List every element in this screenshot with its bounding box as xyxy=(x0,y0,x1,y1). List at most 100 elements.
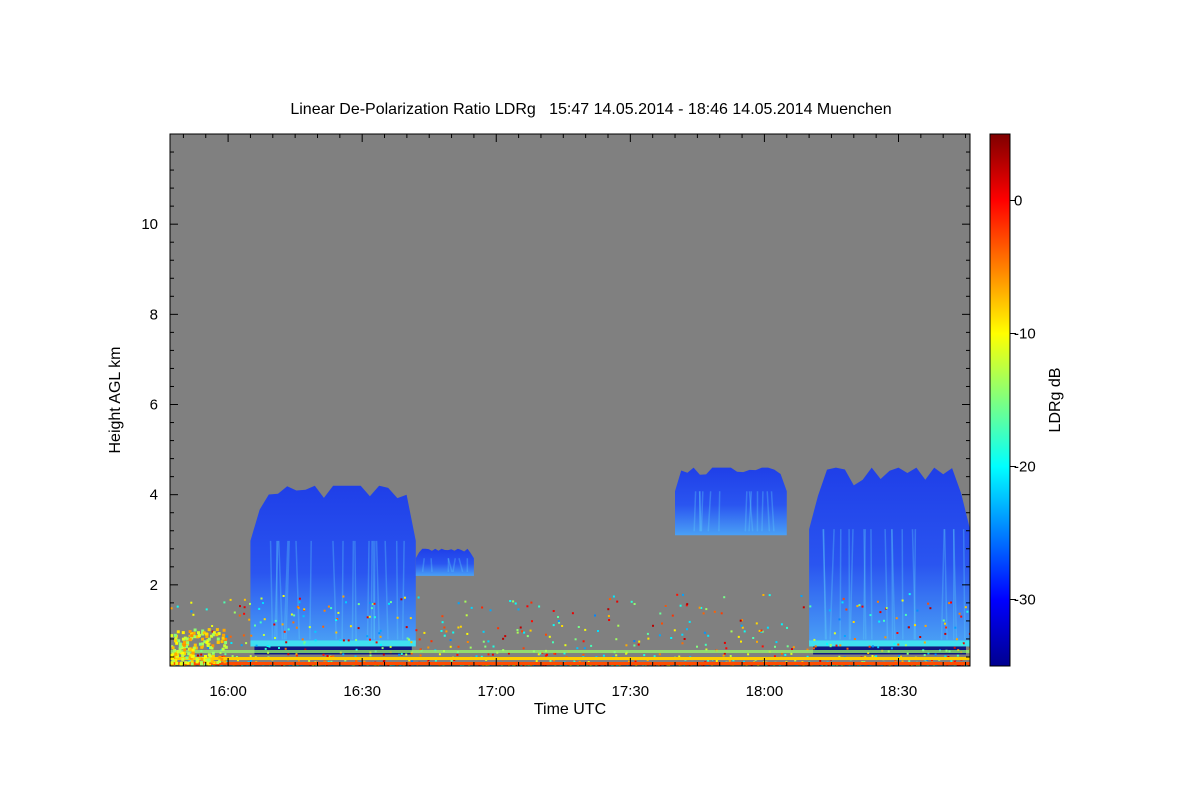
echo-pixel xyxy=(268,645,271,648)
echo-pixel xyxy=(561,625,564,627)
echo-pixel xyxy=(961,643,964,646)
echo-pixel xyxy=(868,645,871,648)
echo-pixel xyxy=(633,640,636,643)
echo-pixel xyxy=(290,613,293,616)
echo-pixel xyxy=(904,644,907,647)
echo-pixel xyxy=(683,638,686,640)
echo-pixel xyxy=(841,601,844,604)
echo-pixel xyxy=(774,645,776,648)
echo-pixel xyxy=(705,608,708,611)
y-tick-label: 2 xyxy=(150,577,158,594)
echo-pixel xyxy=(254,624,256,627)
echo-pixel xyxy=(389,645,392,648)
y-tick-label: 10 xyxy=(141,216,158,233)
echo-pixel xyxy=(842,597,845,600)
echo-pixel xyxy=(233,611,236,614)
echo-pixel xyxy=(582,640,585,643)
echo-pixel xyxy=(469,646,472,649)
echo-pixel xyxy=(220,640,224,644)
echo-pixel xyxy=(653,655,656,658)
echo-pixel xyxy=(661,622,663,625)
echo-pixel xyxy=(760,629,763,632)
echo-pixel xyxy=(950,601,952,604)
echo-pixel xyxy=(658,634,661,637)
echo-pixel xyxy=(686,628,688,631)
echo-pixel xyxy=(557,620,560,623)
echo-pixel xyxy=(802,606,805,609)
echo-pixel xyxy=(743,630,746,633)
echo-pixel xyxy=(526,635,529,638)
echo-pixel xyxy=(516,631,519,634)
echo-pixel xyxy=(281,623,284,626)
echo-pixel xyxy=(819,659,822,662)
x-tick-label: 16:00 xyxy=(209,683,247,700)
echo-pixel xyxy=(182,641,186,644)
echo-pixel xyxy=(181,657,185,661)
echo-pixel xyxy=(342,595,345,598)
echo-pixel xyxy=(704,643,707,646)
echo-pixel xyxy=(216,661,220,664)
echo-pixel xyxy=(176,605,179,608)
echo-pixel xyxy=(298,597,301,600)
echo-pixel xyxy=(419,654,422,657)
echo-pixel xyxy=(923,654,926,657)
echo-pixel xyxy=(298,601,301,604)
echo-pixel xyxy=(934,653,937,656)
echo-pixel xyxy=(438,653,441,656)
echo-pixel xyxy=(423,631,426,634)
echo-pixel xyxy=(504,635,507,638)
echo-pixel xyxy=(643,654,646,657)
echo-pixel xyxy=(249,655,252,658)
echo-pixel xyxy=(452,631,455,634)
echo-pixel xyxy=(242,634,245,637)
echo-pixel xyxy=(775,641,778,644)
echo-pixel xyxy=(301,638,304,641)
echo-pixel xyxy=(944,632,947,635)
echo-pixel xyxy=(188,634,191,637)
echo-pixel xyxy=(347,639,350,642)
echo-pixel xyxy=(945,626,948,629)
cloud-streak xyxy=(372,540,375,640)
echo-pixel xyxy=(190,634,194,638)
cloud-streak xyxy=(901,529,904,640)
echo-pixel xyxy=(221,636,225,640)
echo-pixel xyxy=(703,631,706,634)
echo-pixel xyxy=(369,601,372,604)
echo-pixel xyxy=(308,626,311,629)
echo-pixel xyxy=(722,654,725,657)
echo-pixel xyxy=(747,653,750,656)
cloud-streak xyxy=(395,540,399,640)
ground-band xyxy=(170,650,970,653)
echo-pixel xyxy=(574,638,577,641)
echo-pixel xyxy=(671,614,674,617)
echo-pixel xyxy=(200,653,203,656)
y-tick-label: 4 xyxy=(150,487,158,504)
echo-pixel xyxy=(410,641,413,644)
echo-pixel xyxy=(552,624,555,627)
echo-pixel xyxy=(427,646,430,649)
echo-pixel xyxy=(617,624,620,627)
echo-pixel xyxy=(193,628,197,632)
echo-pixel xyxy=(369,638,371,641)
echo-pixel xyxy=(576,647,579,650)
echo-pixel xyxy=(465,614,468,617)
echo-pixel xyxy=(183,648,187,652)
colorbar-tick-label: -30 xyxy=(1014,592,1036,609)
melting-layer xyxy=(809,640,970,647)
echo-pixel xyxy=(545,633,547,636)
echo-pixel xyxy=(335,619,338,622)
echo-pixel xyxy=(607,608,610,611)
echo-pixel xyxy=(373,602,376,605)
echo-pixel xyxy=(249,602,251,605)
echo-pixel xyxy=(966,610,969,613)
echo-pixel xyxy=(379,635,382,638)
echo-pixel xyxy=(740,624,743,627)
echo-pixel xyxy=(200,645,204,649)
echo-pixel xyxy=(302,615,305,618)
echo-pixel xyxy=(193,635,197,639)
echo-pixel xyxy=(292,621,295,624)
echo-pixel xyxy=(178,645,182,648)
echo-pixel xyxy=(188,638,192,642)
echo-pixel xyxy=(583,647,586,650)
echo-pixel xyxy=(681,642,684,645)
